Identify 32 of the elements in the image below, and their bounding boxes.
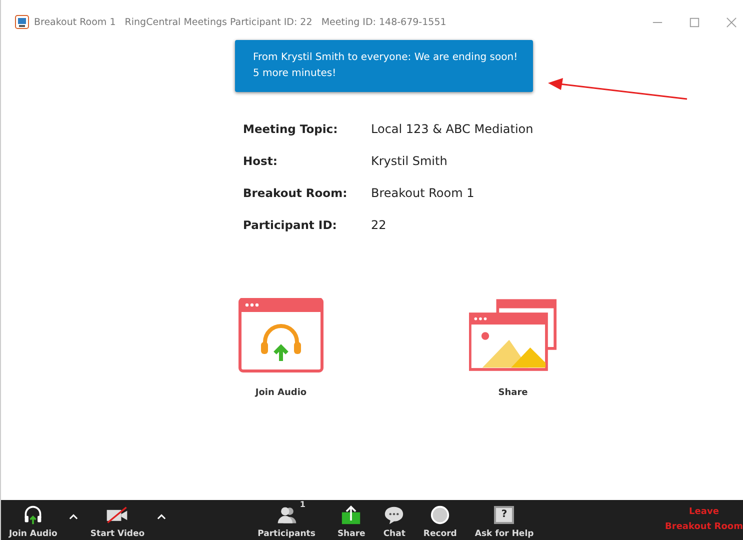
headphones-window-icon[interactable]	[237, 298, 325, 374]
app-icon	[15, 15, 29, 29]
participant-count: 1	[300, 500, 306, 509]
picture-window-icon[interactable]	[469, 298, 557, 374]
share-screen-icon	[340, 505, 362, 525]
detail-label: Participant ID:	[243, 217, 338, 234]
record-icon	[429, 505, 452, 525]
toolbar-button[interactable]: Chat	[377, 500, 412, 540]
maximize-icon[interactable]	[689, 16, 700, 28]
detail-label: Breakout Room:	[243, 185, 348, 202]
action-label[interactable]: Join Audio	[255, 388, 307, 398]
detail-value: Breakout Room 1	[371, 185, 476, 202]
toolbar-button[interactable]: Record	[417, 500, 463, 540]
window-title: Breakout Room 1 RingCentral Meetings Participant ID: 22 Meeting ID: 148-679-1551	[34, 16, 446, 28]
caret-icon[interactable]	[69, 514, 78, 520]
detail-value: Krystil Smith	[371, 153, 448, 170]
close-icon[interactable]	[726, 16, 737, 28]
caret-icon[interactable]	[156, 514, 166, 520]
camera-off-icon	[106, 505, 128, 525]
detail-value: 22	[371, 217, 388, 234]
toolbar-button[interactable]: Start Video	[84, 500, 151, 540]
detail-label: Host:	[243, 153, 278, 170]
chat-bubble-icon	[383, 505, 406, 525]
toolbar-button[interactable]: Join Audio	[1, 500, 64, 540]
people-icon	[276, 505, 298, 525]
detail-label: Meeting Topic:	[243, 121, 339, 138]
detail-value: Local 123 & ABC Mediation	[371, 121, 534, 138]
action-label[interactable]: Share	[498, 388, 528, 398]
chat-notification: From Krystil Smith to everyone: We are ending soon! 5 more minutes!	[235, 40, 533, 92]
toolbar-button[interactable]: ? Ask for Help	[468, 500, 540, 540]
toolbar-button[interactable]: Share	[331, 500, 372, 540]
help-icon: ?	[494, 506, 514, 524]
